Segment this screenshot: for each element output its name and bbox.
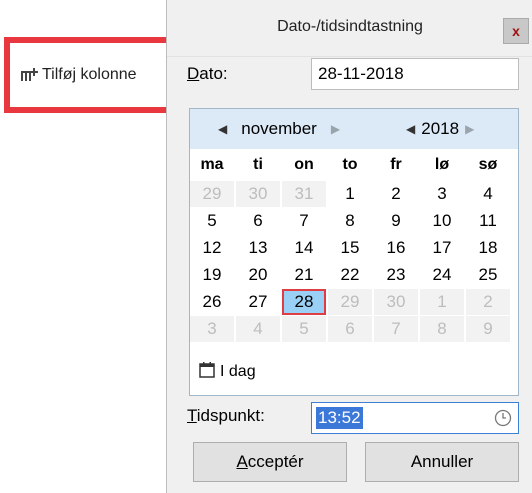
day-cell[interactable]: 4 (236, 316, 280, 342)
day-cell[interactable]: 1 (328, 181, 372, 207)
day-cell[interactable]: 24 (420, 262, 464, 288)
weekday-mon: ma (200, 156, 224, 173)
week-row: 12 13 14 15 16 17 18 (190, 235, 518, 262)
add-column-button[interactable]: Tilføj kolonne (20, 62, 137, 88)
day-cell[interactable]: 29 (190, 181, 234, 207)
day-cell[interactable]: 2 (466, 289, 510, 315)
day-cell[interactable]: 30 (236, 181, 280, 207)
time-input[interactable]: 13:52 (311, 402, 519, 434)
day-cell[interactable]: 10 (420, 208, 464, 234)
week-row: 29 30 31 1 2 3 4 (190, 181, 518, 208)
time-value: 13:52 (316, 407, 363, 429)
accept-mnemonic: A (236, 452, 248, 471)
day-cell[interactable]: 4 (466, 181, 510, 207)
weekday-fri: fr (390, 156, 402, 173)
selected-day-cell[interactable]: 28 (282, 289, 326, 315)
add-column-label: Tilføj kolonne (42, 66, 137, 83)
day-cell[interactable]: 25 (466, 262, 510, 288)
today-button[interactable]: I dag (198, 359, 256, 385)
weekday-sat: lø (434, 156, 450, 173)
day-cell[interactable]: 23 (374, 262, 418, 288)
day-cell[interactable]: 29 (328, 289, 372, 315)
day-cell[interactable]: 26 (190, 289, 234, 315)
day-cell[interactable]: 16 (374, 235, 418, 261)
day-cell[interactable]: 15 (328, 235, 372, 261)
day-cell[interactable]: 3 (420, 181, 464, 207)
day-cell[interactable]: 2 (374, 181, 418, 207)
day-cell[interactable]: 7 (282, 208, 326, 234)
day-cell[interactable]: 18 (466, 235, 510, 261)
weekday-tue: ti (253, 156, 263, 173)
day-cell[interactable]: 6 (236, 208, 280, 234)
calendar-icon (198, 361, 216, 384)
clock-icon[interactable] (494, 409, 512, 432)
title-bar: Dato-/tidsindtastning x (167, 0, 532, 57)
close-button[interactable]: x (503, 18, 529, 44)
cancel-button[interactable]: Annuller (365, 442, 519, 482)
day-cell[interactable]: 11 (466, 208, 510, 234)
day-cell[interactable]: 9 (466, 316, 510, 342)
day-cell[interactable]: 1 (420, 289, 464, 315)
date-label: Dato: (187, 64, 228, 83)
prev-month-icon[interactable]: ◀ (218, 122, 227, 136)
date-time-dialog: Dato-/tidsindtastning x Dato: 28-11-2018… (166, 0, 532, 493)
date-input[interactable]: 28-11-2018 (311, 58, 519, 90)
day-cell[interactable]: 27 (236, 289, 280, 315)
next-month-icon[interactable]: ▶ (331, 122, 340, 136)
day-cell[interactable]: 5 (190, 208, 234, 234)
accept-label-rest: cceptér (247, 452, 304, 471)
calendar-header: ◀ november ▶ ◀ 2018 ▶ (190, 109, 518, 149)
next-year-icon[interactable]: ▶ (465, 122, 474, 136)
week-row: 3 4 5 6 7 8 9 (190, 316, 518, 343)
day-cell[interactable]: 5 (282, 316, 326, 342)
week-row: 26 27 28 29 30 1 2 (190, 289, 518, 316)
day-cell[interactable]: 8 (420, 316, 464, 342)
day-cell[interactable]: 19 (190, 262, 234, 288)
prev-year-icon[interactable]: ◀ (406, 122, 415, 136)
accept-button[interactable]: Acceptér (193, 442, 347, 482)
calendar: ◀ november ▶ ◀ 2018 ▶ ma ti on to fr lø … (189, 108, 519, 396)
day-cell[interactable]: 31 (282, 181, 326, 207)
day-cell[interactable]: 22 (328, 262, 372, 288)
time-label: Tidspunkt: (187, 406, 265, 425)
weekday-row: ma ti on to fr lø sø (190, 153, 518, 179)
week-row: 5 6 7 8 9 10 11 (190, 208, 518, 235)
weekday-thu: to (342, 156, 358, 173)
week-row: 19 20 21 22 23 24 25 (190, 262, 518, 289)
day-cell[interactable]: 20 (236, 262, 280, 288)
day-cell[interactable]: 14 (282, 235, 326, 261)
day-cell[interactable]: 6 (328, 316, 372, 342)
day-cell[interactable]: 9 (374, 208, 418, 234)
day-cell[interactable]: 21 (282, 262, 326, 288)
month-label: november (241, 119, 317, 138)
day-cell[interactable]: 17 (420, 235, 464, 261)
day-cell[interactable]: 30 (374, 289, 418, 315)
day-grid: 29 30 31 1 2 3 4 5 6 7 8 9 10 11 12 13 1… (190, 181, 518, 343)
year-label: 2018 (421, 119, 460, 138)
day-cell[interactable]: 13 (236, 235, 280, 261)
today-label: I dag (220, 363, 256, 380)
day-cell[interactable]: 3 (190, 316, 234, 342)
day-cell[interactable]: 8 (328, 208, 372, 234)
toolbar-area: Tilføj kolonne (0, 0, 182, 493)
dialog-title: Dato-/tidsindtastning (277, 18, 423, 35)
weekday-sun: sø (478, 156, 498, 173)
day-cell[interactable]: 12 (190, 235, 234, 261)
day-cell[interactable]: 7 (374, 316, 418, 342)
add-column-icon (20, 66, 38, 84)
weekday-wed: on (294, 156, 314, 173)
